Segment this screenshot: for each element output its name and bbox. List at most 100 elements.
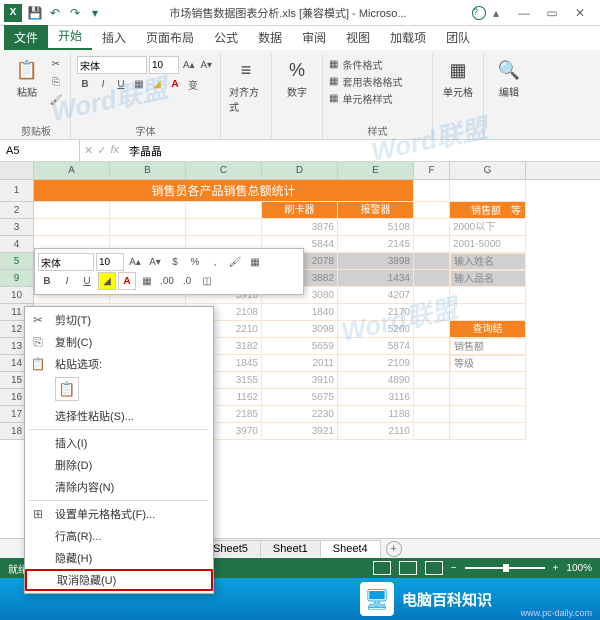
row-header-10[interactable]: 10 (0, 287, 34, 304)
row-header-1[interactable]: 1 (0, 180, 34, 202)
enter-formula-icon[interactable]: ✓ (97, 144, 106, 157)
col-header-e[interactable]: E (338, 162, 414, 179)
mini-underline-icon[interactable]: U (78, 272, 96, 290)
decrease-font-icon[interactable]: A▾ (199, 57, 215, 73)
format-painter-icon[interactable]: 🖌 (48, 92, 64, 108)
view-normal-icon[interactable] (373, 561, 391, 575)
conditional-format-button[interactable]: ▦条件格式 (329, 56, 426, 73)
mini-font-name[interactable] (38, 253, 94, 271)
menu-clear[interactable]: 清除内容(N) (25, 476, 213, 498)
font-size-select[interactable] (149, 56, 179, 74)
qat-dropdown-icon[interactable]: ▾ (86, 4, 104, 22)
tab-team[interactable]: 团队 (436, 25, 480, 50)
tab-layout[interactable]: 页面布局 (136, 25, 204, 50)
cut-icon[interactable]: ✂ (48, 56, 64, 72)
header-d[interactable]: 刷卡器 (262, 202, 338, 219)
mini-percent-icon[interactable]: % (186, 253, 204, 271)
mini-font-size[interactable] (96, 253, 124, 271)
col-header-d[interactable]: D (262, 162, 338, 179)
cells-button[interactable]: ▦ 单元格 (439, 56, 477, 101)
cancel-formula-icon[interactable]: ✕ (84, 144, 93, 157)
menu-insert[interactable]: 插入(I) (25, 432, 213, 454)
add-sheet-icon[interactable]: + (386, 541, 402, 557)
menu-format-cells[interactable]: ⊞设置单元格格式(F)... (25, 503, 213, 525)
tab-file[interactable]: 文件 (4, 25, 48, 50)
menu-copy[interactable]: ⎘复制(C) (25, 331, 213, 353)
sheet-tab-1[interactable]: Sheet1 (260, 540, 321, 557)
editing-button[interactable]: 🔍 编辑 (490, 56, 528, 101)
underline-icon[interactable]: U (113, 76, 129, 92)
mini-italic-icon[interactable]: I (58, 272, 76, 290)
bold-icon[interactable]: B (77, 76, 93, 92)
paste-option-normal[interactable]: 📋 (55, 377, 79, 401)
undo-icon[interactable]: ↶ (46, 4, 64, 22)
increase-font-icon[interactable]: A▴ (181, 57, 197, 73)
formula-input[interactable]: 李晶晶 (123, 143, 600, 159)
ribbon-collapse-icon[interactable]: ▴ (486, 5, 506, 21)
alignment-button[interactable]: ≡ 对齐方式 (227, 56, 265, 116)
menu-hide[interactable]: 隐藏(H) (25, 547, 213, 569)
tab-addin[interactable]: 加载项 (380, 25, 436, 50)
zoom-out-icon[interactable]: − (451, 563, 457, 574)
tab-formula[interactable]: 公式 (204, 25, 248, 50)
zoom-slider[interactable] (465, 567, 545, 569)
header-e[interactable]: 报警器 (338, 202, 414, 219)
mini-decrease-font-icon[interactable]: A▾ (146, 253, 164, 271)
mini-merge-icon[interactable]: ◫ (198, 272, 216, 290)
fill-color-icon[interactable]: ◢ (149, 76, 165, 92)
menu-unhide[interactable]: 取消隐藏(U) (25, 569, 213, 591)
mini-currency-icon[interactable]: $ (166, 253, 184, 271)
title-cell[interactable]: 销售员各产品销售总额统计 (34, 180, 414, 202)
menu-paste-special[interactable]: 选择性粘贴(S)... (25, 405, 213, 427)
italic-icon[interactable]: I (95, 76, 111, 92)
menu-row-height[interactable]: 行高(R)... (25, 525, 213, 547)
menu-cut[interactable]: ✂剪切(T) (25, 309, 213, 331)
font-color-icon[interactable]: A (167, 76, 183, 92)
tab-data[interactable]: 数据 (248, 25, 292, 50)
view-layout-icon[interactable] (399, 561, 417, 575)
col-header-g[interactable]: G (450, 162, 526, 179)
row-header-4[interactable]: 4 (0, 236, 34, 253)
mini-border2-icon[interactable]: ▦ (138, 272, 156, 290)
close-icon[interactable]: ✕ (570, 5, 590, 21)
phonetic-icon[interactable]: 变 (185, 76, 201, 92)
tab-review[interactable]: 审阅 (292, 25, 336, 50)
redo-icon[interactable]: ↷ (66, 4, 84, 22)
tab-view[interactable]: 视图 (336, 25, 380, 50)
mini-fill-color-icon[interactable]: ◢ (98, 272, 116, 290)
font-name-select[interactable] (77, 56, 147, 74)
save-icon[interactable]: 💾 (26, 4, 44, 22)
number-button[interactable]: % 数字 (278, 56, 316, 101)
copy-icon[interactable]: ⎘ (48, 74, 64, 90)
name-box[interactable]: A5 (0, 140, 80, 161)
cell-style-button[interactable]: ▦单元格样式 (329, 90, 426, 107)
tab-home[interactable]: 开始 (48, 23, 92, 50)
mini-comma-icon[interactable]: , (206, 253, 224, 271)
mini-font-color-icon[interactable]: A (118, 272, 136, 290)
zoom-in-icon[interactable]: + (553, 563, 559, 574)
menu-delete[interactable]: 删除(D) (25, 454, 213, 476)
fx-icon[interactable]: fx (110, 144, 119, 157)
mini-dec-decrease-icon[interactable]: .00 (158, 272, 176, 290)
zoom-level[interactable]: 100% (566, 563, 592, 574)
restore-icon[interactable]: ▭ (542, 5, 562, 21)
minimize-icon[interactable]: — (514, 5, 534, 21)
row-header-2[interactable]: 2 (0, 202, 34, 219)
mini-dec-increase-icon[interactable]: .0 (178, 272, 196, 290)
help-icon[interactable]: ? (472, 6, 486, 20)
tab-insert[interactable]: 插入 (92, 25, 136, 50)
paste-button[interactable]: 📋 粘贴 (8, 56, 46, 101)
border-icon[interactable]: ▦ (131, 76, 147, 92)
row-header-3[interactable]: 3 (0, 219, 34, 236)
col-header-a[interactable]: A (34, 162, 110, 179)
row-header-9[interactable]: 9 (0, 270, 34, 287)
mini-bold-icon[interactable]: B (38, 272, 56, 290)
table-format-button[interactable]: ▦套用表格格式 (329, 73, 426, 90)
mini-increase-font-icon[interactable]: A▴ (126, 253, 144, 271)
view-break-icon[interactable] (425, 561, 443, 575)
select-all-corner[interactable] (0, 162, 34, 179)
sheet-tab-4[interactable]: Sheet4 (320, 540, 381, 557)
row-header-5[interactable]: 5 (0, 253, 34, 270)
col-header-c[interactable]: C (186, 162, 262, 179)
col-header-b[interactable]: B (110, 162, 186, 179)
